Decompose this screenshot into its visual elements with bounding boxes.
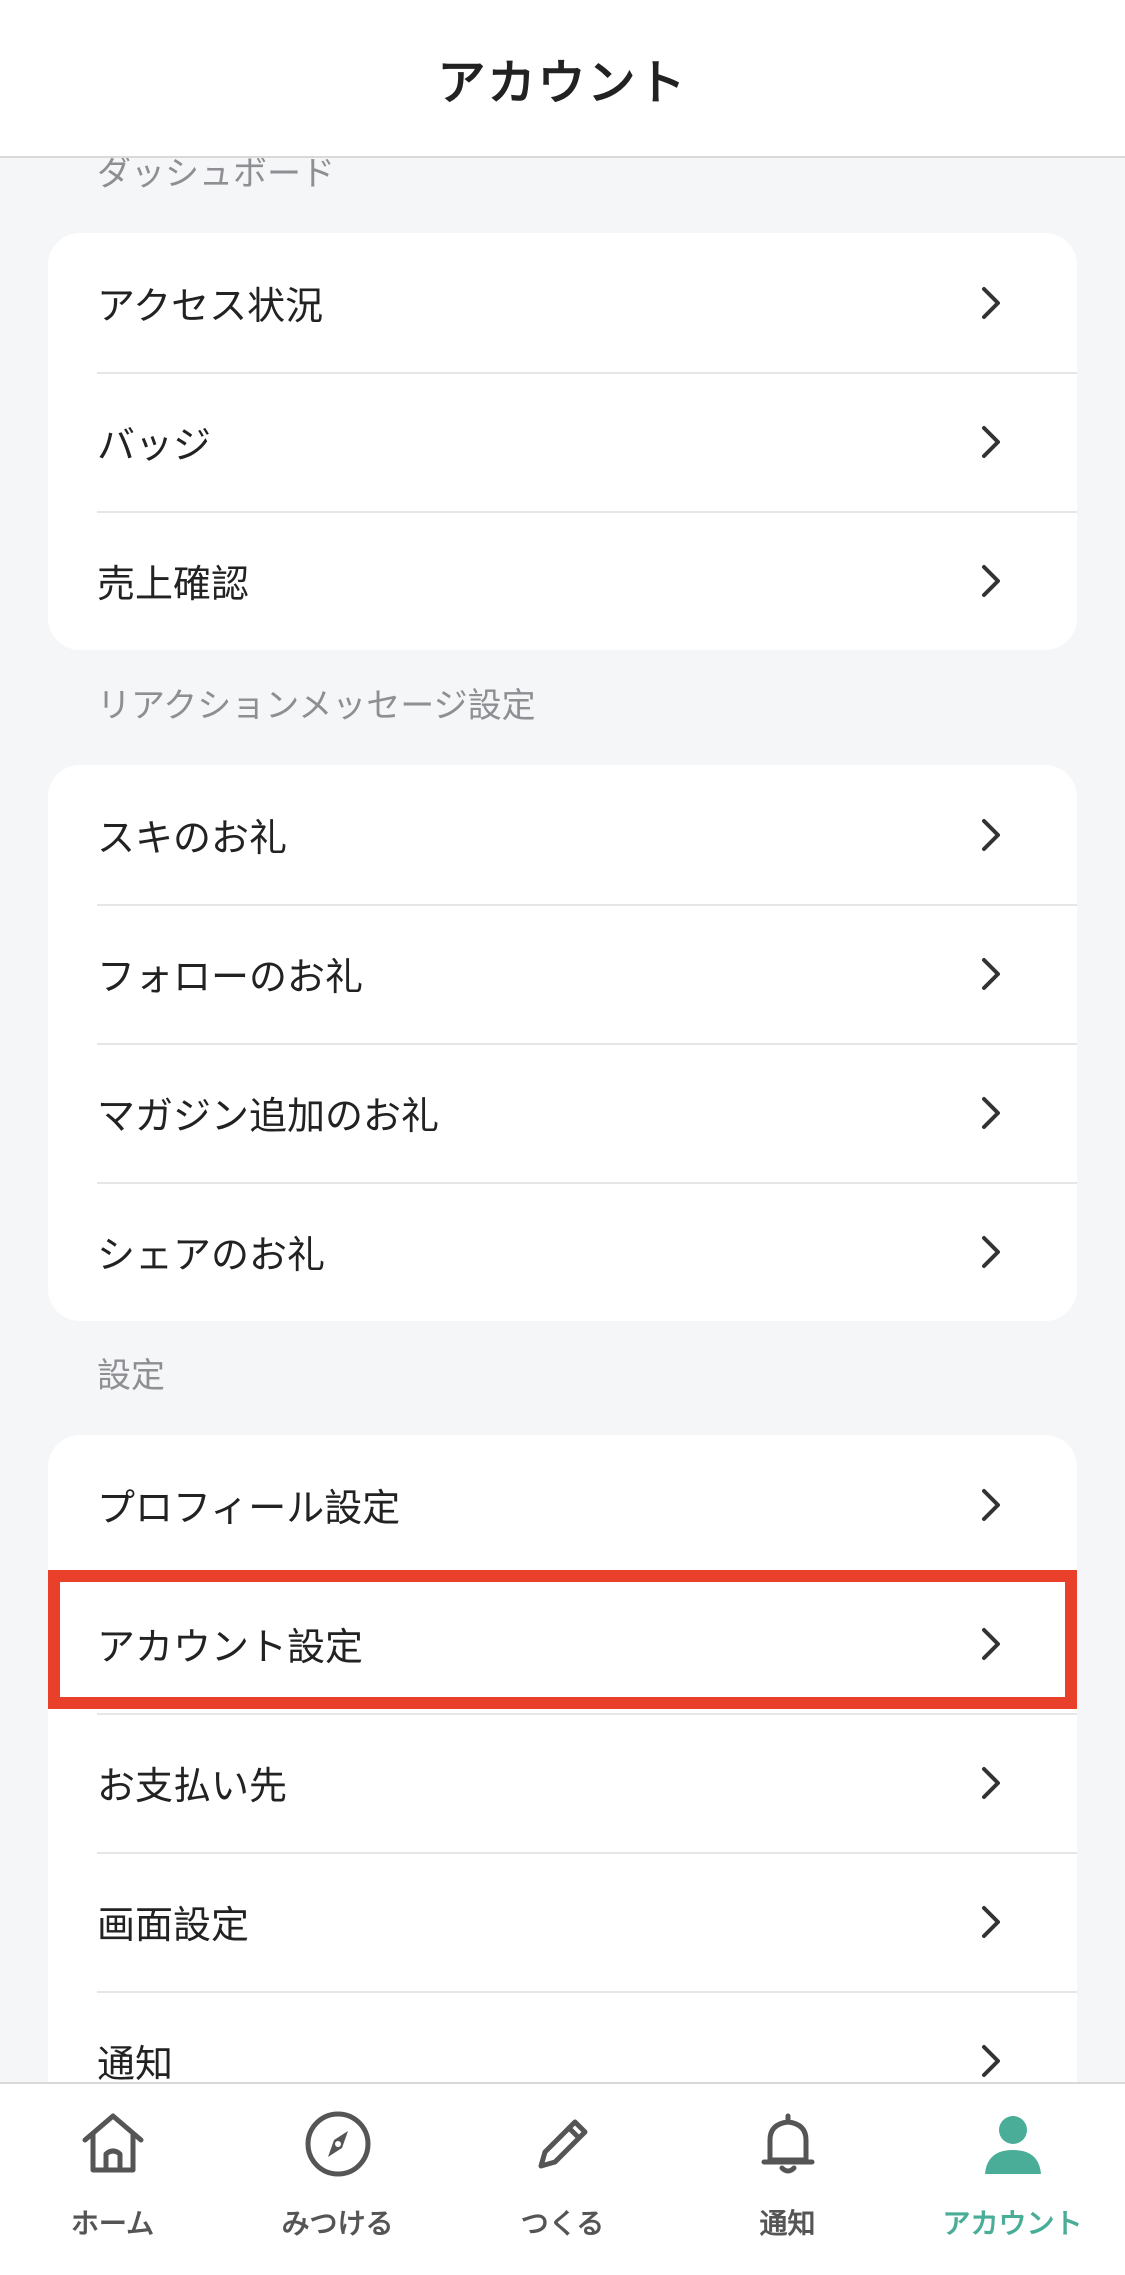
chevron-right-icon bbox=[982, 1488, 1000, 1521]
chevron-right-icon bbox=[982, 1766, 1000, 1799]
row-like-thanks[interactable]: スキのお礼 bbox=[48, 765, 1077, 904]
tab-discover[interactable]: みつける bbox=[225, 2084, 450, 2275]
section-label-reaction-messages: リアクションメッセージ設定 bbox=[97, 686, 536, 726]
row-label: 画面設定 bbox=[97, 1903, 250, 1947]
row-label: 通知 bbox=[97, 2042, 174, 2082]
row-account-settings[interactable]: アカウント設定 bbox=[48, 1574, 1077, 1713]
chevron-right-icon bbox=[982, 564, 1000, 597]
bottom-tab-bar: ホーム みつける つくる 通知 アカウント bbox=[0, 2082, 1125, 2275]
tab-label: アカウント bbox=[942, 2207, 1083, 2240]
row-label: アカウント設定 bbox=[97, 1625, 364, 1669]
row-magazine-thanks[interactable]: マガジン追加のお礼 bbox=[48, 1043, 1077, 1182]
row-share-thanks[interactable]: シェアのお礼 bbox=[48, 1182, 1077, 1321]
row-label: スキのお礼 bbox=[97, 816, 288, 860]
bell-icon bbox=[761, 2113, 814, 2174]
tab-label: 通知 bbox=[759, 2207, 816, 2240]
row-display-settings[interactable]: 画面設定 bbox=[48, 1852, 1077, 1991]
chevron-right-icon bbox=[982, 1627, 1000, 1660]
tab-home[interactable]: ホーム bbox=[0, 2084, 225, 2275]
tab-label: つくる bbox=[520, 2207, 605, 2240]
chevron-right-icon bbox=[982, 425, 1000, 458]
chevron-right-icon bbox=[982, 2044, 1000, 2077]
tab-account[interactable]: アカウント bbox=[900, 2084, 1125, 2275]
chevron-right-icon bbox=[982, 1905, 1000, 1938]
row-notifications[interactable]: 通知 bbox=[48, 1991, 1077, 2082]
tab-create[interactable]: つくる bbox=[450, 2084, 675, 2275]
row-label: 売上確認 bbox=[97, 562, 250, 606]
card-reaction-messages: スキのお礼 フォローのお礼 マガジン追加のお礼 シェアのお礼 bbox=[48, 765, 1077, 1321]
home-icon bbox=[82, 2113, 143, 2173]
chevron-right-icon bbox=[982, 286, 1000, 319]
row-label: アクセス状況 bbox=[97, 284, 324, 328]
row-label: バッジ bbox=[97, 423, 212, 467]
tab-label: ホーム bbox=[70, 2207, 155, 2240]
row-label: マガジン追加のお礼 bbox=[97, 1094, 440, 1138]
tab-label: みつける bbox=[281, 2207, 394, 2240]
row-access-status[interactable]: アクセス状況 bbox=[48, 233, 1077, 372]
tab-notifications[interactable]: 通知 bbox=[675, 2084, 900, 2275]
compass-icon bbox=[305, 2111, 370, 2177]
row-sales[interactable]: 売上確認 bbox=[48, 511, 1077, 650]
section-label-dashboard: ダッシュボード bbox=[97, 158, 335, 194]
row-badge[interactable]: バッジ bbox=[48, 372, 1077, 511]
chevron-right-icon bbox=[982, 818, 1000, 851]
row-label: フォローのお礼 bbox=[97, 955, 364, 999]
chevron-right-icon bbox=[982, 1235, 1000, 1268]
row-profile-settings[interactable]: プロフィール設定 bbox=[48, 1435, 1077, 1574]
page-title: アカウント bbox=[437, 55, 688, 111]
row-label: シェアのお礼 bbox=[97, 1233, 326, 1277]
card-settings: プロフィール設定 アカウント設定 お支払い先 画面設定 通知 bbox=[48, 1435, 1077, 2082]
row-payment-destination[interactable]: お支払い先 bbox=[48, 1713, 1077, 1852]
user-icon bbox=[984, 2116, 1041, 2174]
section-label-settings: 設定 bbox=[97, 1356, 165, 1396]
chevron-right-icon bbox=[982, 957, 1000, 990]
row-label: プロフィール設定 bbox=[97, 1486, 401, 1530]
card-dashboard: アクセス状況 バッジ 売上確認 bbox=[48, 233, 1077, 650]
row-follow-thanks[interactable]: フォローのお礼 bbox=[48, 904, 1077, 1043]
settings-list[interactable]: ダッシュボード アクセス状況 バッジ 売上確認 リアクションメッセージ設定 スキ… bbox=[0, 158, 1125, 2082]
chevron-right-icon bbox=[982, 1096, 1000, 1129]
row-label: お支払い先 bbox=[97, 1764, 288, 1808]
app-header: アカウント bbox=[0, 0, 1125, 158]
pencil-icon bbox=[538, 2119, 587, 2169]
